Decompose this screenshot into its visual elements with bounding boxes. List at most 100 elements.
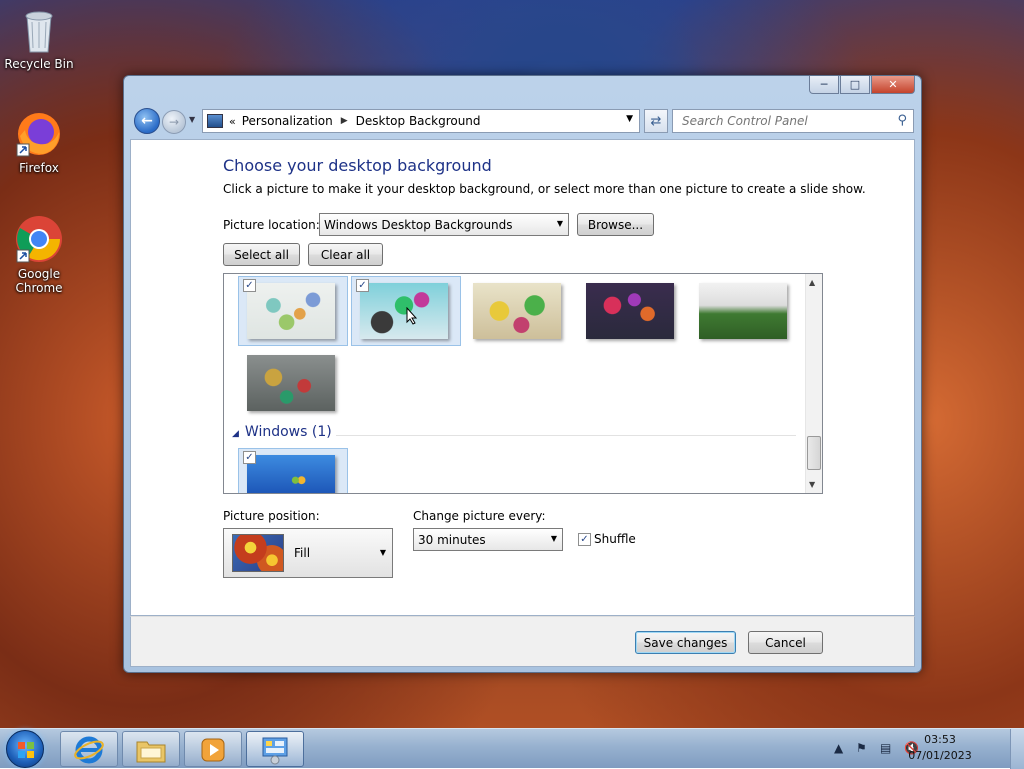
group-divider xyxy=(336,435,796,436)
search-box[interactable]: ⚲ xyxy=(672,109,914,133)
wallpaper-image xyxy=(247,283,335,339)
minimize-icon: ─ xyxy=(820,78,828,91)
wallpaper-image xyxy=(473,283,561,339)
start-button[interactable] xyxy=(6,730,44,768)
picture-position-select[interactable]: Fill ▼ xyxy=(223,528,393,578)
close-icon: ✕ xyxy=(888,78,898,91)
chevron-down-icon: ▼ xyxy=(550,534,557,543)
arrow-left-icon: ← xyxy=(141,113,153,129)
action-center-flag-icon[interactable]: ⚑ xyxy=(856,741,867,755)
wallpaper-thumbnail[interactable] xyxy=(464,276,574,346)
system-tray: ▲ ⚑ ▤ 🔇 03:53 07/01/2023 xyxy=(824,729,1024,769)
picture-location-select[interactable]: Windows Desktop Backgrounds ▼ xyxy=(319,213,569,236)
wallpaper-image xyxy=(586,283,674,339)
group-title: Windows (1) xyxy=(244,424,332,440)
address-bar[interactable]: « Personalization ▶ Desktop Background ▼ xyxy=(202,109,640,133)
wallpaper-image xyxy=(360,283,448,339)
desktop-background-window: ─ □ ✕ ← → ▼ « Personalization ▶ Desktop … xyxy=(123,75,922,673)
chevron-right-icon[interactable]: ▶ xyxy=(341,116,348,126)
taskbar-media-player[interactable] xyxy=(184,731,242,767)
wallpaper-thumbnail[interactable] xyxy=(577,276,687,346)
mouse-cursor-icon xyxy=(406,307,418,325)
caption-buttons: ─ □ ✕ xyxy=(809,76,915,94)
picture-position-value: Fill xyxy=(294,546,311,560)
firefox-label: Firefox xyxy=(19,161,59,175)
breadcrumb-desktop-background[interactable]: Desktop Background xyxy=(356,114,481,128)
wallpaper-gallery: ✓ ✓ ◢ Windows (1) ✓ ▲ ▼ xyxy=(223,273,823,494)
recent-pages-dropdown[interactable]: ▼ xyxy=(189,115,195,124)
flower-preview-icon xyxy=(232,534,284,572)
wallpaper-thumbnail[interactable] xyxy=(690,276,800,346)
desktop-icon-firefox[interactable]: Firefox xyxy=(0,110,78,175)
navigation-bar: ← → ▼ « Personalization ▶ Desktop Backgr… xyxy=(132,106,914,136)
scroll-down-icon[interactable]: ▼ xyxy=(809,480,815,489)
picture-location-label: Picture location: xyxy=(223,218,320,232)
network-icon[interactable]: ▤ xyxy=(880,741,891,755)
arrow-right-icon: → xyxy=(168,115,180,129)
wallpaper-thumbnail[interactable]: ✓ xyxy=(238,448,348,493)
chrome-icon xyxy=(16,216,62,263)
firefox-icon xyxy=(16,113,60,157)
collapse-triangle-icon: ◢ xyxy=(232,429,239,439)
control-panel-icon xyxy=(207,114,223,128)
windows-logo-icon xyxy=(18,742,34,758)
desktop-icon-chrome[interactable]: Google Chrome xyxy=(0,214,78,295)
recycle-bin-icon xyxy=(25,11,53,53)
system-clock[interactable]: 03:53 07/01/2023 xyxy=(908,732,972,764)
browse-button[interactable]: Browse... xyxy=(577,213,654,236)
wallpaper-image xyxy=(247,455,335,493)
forward-button[interactable]: → xyxy=(162,110,186,134)
search-input[interactable] xyxy=(680,113,880,129)
refresh-icon: ⇄ xyxy=(650,113,662,129)
chrome-label: Google Chrome xyxy=(15,267,63,295)
taskbar-internet-explorer[interactable] xyxy=(60,731,118,767)
gallery-scrollbar[interactable]: ▲ ▼ xyxy=(805,274,822,493)
change-every-select[interactable]: 30 minutes ▼ xyxy=(413,528,563,551)
picture-position-label: Picture position: xyxy=(223,509,320,523)
clock-time: 03:53 xyxy=(924,733,956,746)
show-hidden-icons-icon[interactable]: ▲ xyxy=(834,741,843,755)
back-button[interactable]: ← xyxy=(134,108,160,134)
desktop-icon-recycle-bin[interactable]: Recycle Bin xyxy=(0,6,78,71)
shuffle-checkbox[interactable]: ✓ xyxy=(578,533,591,546)
wallpaper-checkbox[interactable]: ✓ xyxy=(356,279,369,292)
group-header-windows[interactable]: ◢ Windows (1) xyxy=(232,424,332,440)
taskbar-control-panel[interactable] xyxy=(246,731,304,767)
wallpaper-thumbnail[interactable]: ✓ xyxy=(238,276,348,346)
change-every-value: 30 minutes xyxy=(418,532,486,547)
taskbar-file-explorer[interactable] xyxy=(122,731,180,767)
select-all-button[interactable]: Select all xyxy=(223,243,300,266)
content-pane: Choose your desktop background Click a p… xyxy=(130,139,915,616)
wallpaper-checkbox[interactable]: ✓ xyxy=(243,279,256,292)
wallpaper-thumbnail[interactable]: ✓ xyxy=(351,276,461,346)
minimize-button[interactable]: ─ xyxy=(809,76,839,94)
change-every-label: Change picture every: xyxy=(413,509,546,523)
refresh-button[interactable]: ⇄ xyxy=(644,109,668,133)
desktop: Recycle Bin Firefox Google Chrome ─ □ ✕ xyxy=(0,0,1024,728)
clear-all-button[interactable]: Clear all xyxy=(308,243,383,266)
show-desktop-button[interactable] xyxy=(1010,729,1024,769)
chevron-down-icon: ▼ xyxy=(556,219,563,228)
chevron-down-icon: ▼ xyxy=(379,548,386,557)
wallpaper-image xyxy=(247,355,335,411)
scroll-up-icon[interactable]: ▲ xyxy=(809,278,815,287)
folder-icon xyxy=(136,741,166,763)
wallpaper-thumbnail[interactable] xyxy=(238,348,348,418)
chevron-down-icon[interactable]: ▼ xyxy=(626,114,633,124)
maximize-button[interactable]: □ xyxy=(840,76,870,94)
close-button[interactable]: ✕ xyxy=(871,76,915,94)
wallpaper-checkbox[interactable]: ✓ xyxy=(243,451,256,464)
save-changes-button[interactable]: Save changes xyxy=(635,631,736,654)
search-icon[interactable]: ⚲ xyxy=(897,113,907,128)
shuffle-label: Shuffle xyxy=(594,532,636,546)
breadcrumb-overflow-icon[interactable]: « xyxy=(229,115,236,128)
dialog-footer: Save changes Cancel xyxy=(130,616,915,667)
cancel-button[interactable]: Cancel xyxy=(748,631,823,654)
taskbar: ▲ ⚑ ▤ 🔇 03:53 07/01/2023 xyxy=(0,728,1024,769)
internet-explorer-icon xyxy=(74,736,104,764)
picture-location-value: Windows Desktop Backgrounds xyxy=(324,217,513,232)
breadcrumb-personalization[interactable]: Personalization xyxy=(242,114,333,128)
page-description: Click a picture to make it your desktop … xyxy=(223,182,866,196)
scroll-thumb[interactable] xyxy=(807,436,821,470)
recycle-bin-label: Recycle Bin xyxy=(4,57,74,71)
